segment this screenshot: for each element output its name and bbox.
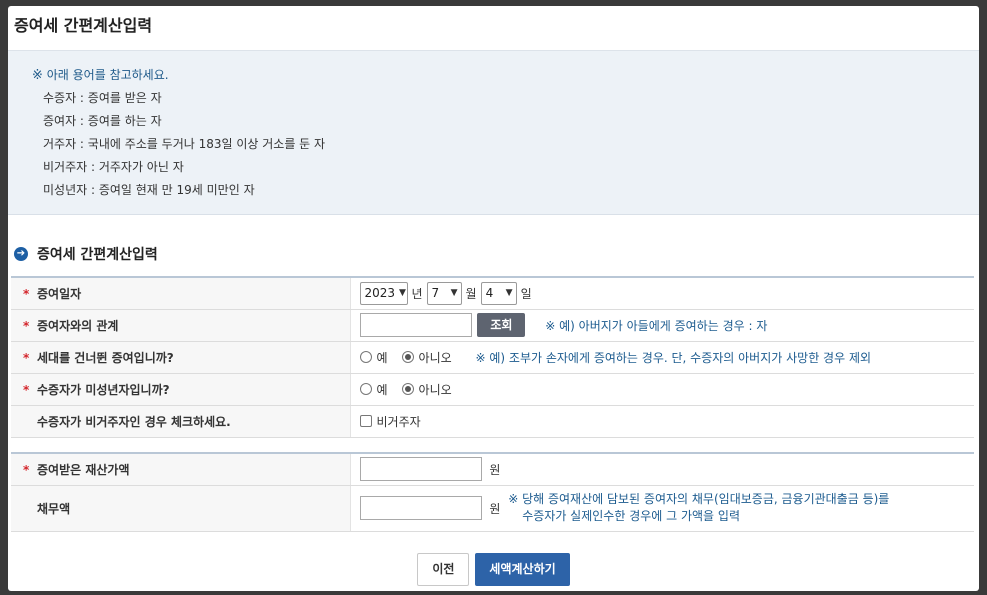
year-unit: 년: [411, 286, 423, 301]
row-generation-skip: * 세대를 건너뛴 증여입니까? 예 아니오 ※ 예) 조부가 손자에게 증여하는 …: [11, 341, 974, 374]
generation-skip-no-radio[interactable]: [401, 351, 414, 363]
term-minor: 미성년자 : 증여일 현재 만 19세 미만인 자: [43, 183, 255, 197]
debt-value: 원 ※ 당해 증여재산에 담보된 증여자의 채무(임대보증금, 금융기관대출금 …: [350, 485, 974, 532]
debt-unit: 원: [489, 501, 501, 516]
minor-yes-radio[interactable]: [359, 383, 372, 395]
relation-label-text: 증여자와의 관계: [37, 318, 119, 333]
chevron-down-icon: ▼: [450, 288, 458, 299]
debt-note-line2: 수증자가 실제인수한 경우에 그 가액을 입력: [522, 509, 740, 523]
section-title-text: 증여세 간편계산입력: [37, 247, 158, 263]
year-select[interactable]: 2023 ▼: [359, 281, 408, 305]
minor-value: 예 아니오: [350, 373, 974, 406]
property-value-value: 원: [350, 453, 974, 486]
section-heading: ➔ 증여세 간편계산입력: [14, 244, 158, 264]
terms-notice: ※ 아래 용어를 참고하세요. 수증자 : 증여를 받은 자 증여자 : 증여를…: [8, 51, 979, 215]
day-select-value: 4: [485, 286, 494, 301]
row-property-value: * 증여받은 재산가액 원: [11, 453, 974, 486]
property-value-label: * 증여받은 재산가액: [11, 453, 351, 486]
row-nonresident: 수증자가 비거주자인 경우 체크하세요. 비거주자: [11, 405, 974, 438]
row-debt: 채무액 원 ※ 당해 증여재산에 담보된 증여자의 채무(임대보증금, 금융기관…: [11, 485, 974, 532]
row-gift-date: * 증여일자 2023 ▼ 년 7 ▼ 월 4 ▼ 일: [11, 277, 974, 310]
gift-date-value: 2023 ▼ 년 7 ▼ 월 4 ▼ 일: [350, 277, 974, 310]
generation-skip-label-text: 세대를 건너뛴 증여입니까?: [37, 350, 174, 365]
nonresident-checkbox-label: 비거주자: [376, 414, 421, 429]
month-unit: 월: [465, 286, 477, 301]
property-value-unit: 원: [489, 462, 501, 477]
term-recipient: 수증자 : 증여를 받은 자: [43, 91, 162, 105]
term-resident: 거주자 : 국내에 주소를 두거나 183일 이상 거소를 둔 자: [43, 137, 326, 151]
month-select[interactable]: 7 ▼: [426, 281, 462, 305]
generation-skip-hint: ※ 예) 조부가 손자에게 증여하는 경우. 단, 수증자의 아버지가 사망한 …: [475, 350, 872, 365]
row-minor: * 수증자가 미성년자입니까? 예 아니오: [11, 373, 974, 406]
gift-date-label-text: 증여일자: [37, 286, 82, 301]
notice-header-text: 아래 용어를 참고하세요.: [46, 68, 169, 82]
relation-search-button[interactable]: 조회: [477, 313, 526, 337]
minor-no-radio[interactable]: [401, 383, 414, 395]
required-mark: *: [23, 318, 30, 333]
gift-date-label: * 증여일자: [11, 277, 351, 310]
relation-label: * 증여자와의 관계: [11, 309, 351, 342]
app-window: 증여세 간편계산입력 ※ 아래 용어를 참고하세요. 수증자 : 증여를 받은 …: [8, 6, 979, 591]
required-mark: *: [23, 462, 30, 477]
prev-button[interactable]: 이전: [417, 553, 470, 586]
arrow-circle-icon: ➔: [14, 247, 28, 261]
day-select[interactable]: 4 ▼: [480, 281, 517, 305]
debt-label-text: 채무액: [37, 501, 71, 516]
property-value-input[interactable]: [359, 457, 482, 482]
row-relation: * 증여자와의 관계 조회 ※ 예) 아버지가 아들에게 증여하는 경우 : 자: [11, 309, 974, 342]
term-nonresident: 비거주자 : 거주자가 아닌 자: [43, 160, 184, 174]
nonresident-label: 수증자가 비거주자인 경우 체크하세요.: [11, 405, 351, 438]
relation-input[interactable]: [359, 313, 472, 337]
calculate-tax-button[interactable]: 세액계산하기: [475, 553, 570, 586]
chevron-down-icon: ▼: [505, 288, 513, 299]
required-mark: *: [23, 382, 30, 397]
generation-skip-value: 예 아니오 ※ 예) 조부가 손자에게 증여하는 경우. 단, 수증자의 아버지가…: [350, 341, 974, 374]
debt-note-line1: ※ 당해 증여재산에 담보된 증여자의 채무(임대보증금, 금융기관대출금 등)…: [508, 492, 890, 506]
amount-input-table: * 증여받은 재산가액 원 채무액 원 ※ 당해 증여재산에 담보된 증여자의 채…: [11, 452, 974, 532]
notice-mark: ※: [32, 68, 43, 83]
chevron-down-icon: ▼: [399, 288, 406, 299]
required-mark: *: [23, 286, 30, 301]
action-buttons: 이전 세액계산하기: [8, 553, 979, 586]
page-title: 증여세 간편계산입력: [14, 16, 153, 35]
debt-label: 채무액: [11, 485, 351, 532]
generation-skip-label: * 세대를 건너뛴 증여입니까?: [11, 341, 351, 374]
debt-note: ※ 당해 증여재산에 담보된 증여자의 채무(임대보증금, 금융기관대출금 등)…: [508, 491, 889, 525]
day-unit: 일: [520, 286, 532, 301]
nonresident-value: 비거주자: [350, 405, 974, 438]
generation-skip-no-label: 아니오: [418, 350, 452, 365]
nonresident-label-text: 수증자가 비거주자인 경우 체크하세요.: [37, 414, 231, 429]
minor-label-text: 수증자가 미성년자입니까?: [37, 382, 170, 397]
property-value-label-text: 증여받은 재산가액: [37, 462, 130, 477]
month-select-value: 7: [431, 286, 440, 301]
minor-label: * 수증자가 미성년자입니까?: [11, 373, 351, 406]
title-bar: 증여세 간편계산입력: [8, 6, 979, 51]
debt-input[interactable]: [359, 496, 482, 520]
generation-skip-yes-radio[interactable]: [359, 351, 372, 363]
gift-input-table: * 증여일자 2023 ▼ 년 7 ▼ 월 4 ▼ 일 * 증여자와의 관계 조회 ※ 예) 아버지…: [11, 276, 974, 438]
notice-header: ※ 아래 용어를 참고하세요.: [32, 67, 979, 89]
required-mark: *: [23, 350, 30, 365]
minor-no-label: 아니오: [418, 382, 452, 397]
year-select-value: 2023: [364, 286, 396, 301]
generation-skip-yes-label: 예: [376, 350, 388, 365]
term-donor: 증여자 : 증여를 하는 자: [43, 114, 162, 128]
minor-yes-label: 예: [376, 382, 388, 397]
nonresident-checkbox[interactable]: [359, 415, 372, 427]
relation-hint: ※ 예) 아버지가 아들에게 증여하는 경우 : 자: [545, 318, 768, 333]
relation-value: 조회 ※ 예) 아버지가 아들에게 증여하는 경우 : 자: [350, 309, 974, 342]
